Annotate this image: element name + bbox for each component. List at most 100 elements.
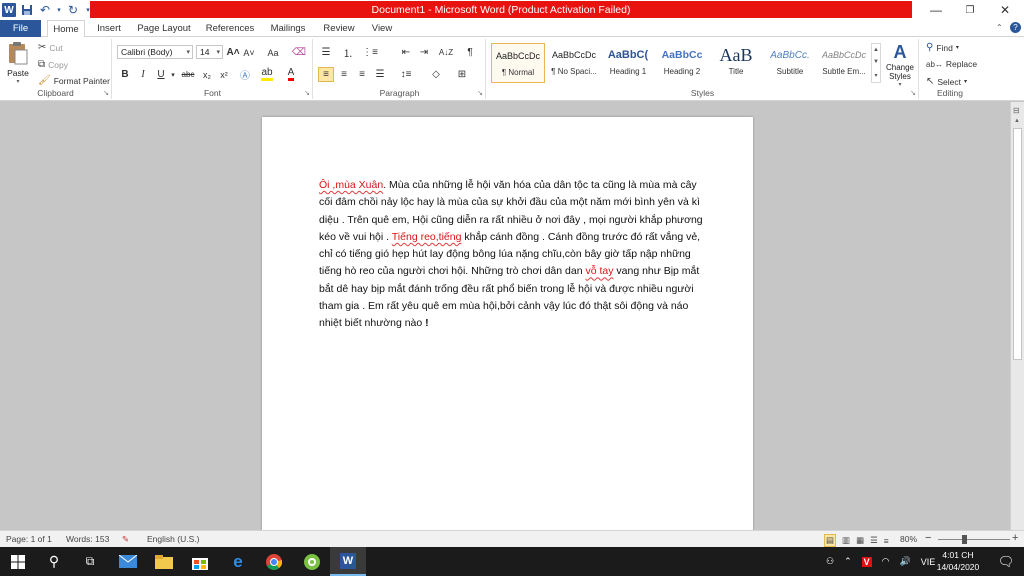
style-subtitle[interactable]: AaBbCc. Subtitle bbox=[763, 43, 817, 83]
font-launcher-icon[interactable]: ↘ bbox=[304, 89, 310, 97]
wifi-icon[interactable]: ◠ bbox=[882, 556, 890, 567]
style-subtle-emphasis[interactable]: AaBbCcDc Subtle Em... bbox=[817, 43, 871, 83]
style-normal[interactable]: AaBbCcDc ¶ Normal bbox=[491, 43, 545, 83]
font-color-button[interactable]: A bbox=[283, 67, 299, 82]
zoom-slider[interactable] bbox=[938, 539, 1010, 540]
zoom-in-button[interactable]: + bbox=[1012, 532, 1018, 544]
minimize-ribbon-icon[interactable]: ⌃ bbox=[996, 23, 1003, 32]
cut-button[interactable]: ✂ Cut bbox=[38, 42, 63, 53]
volume-icon[interactable]: 🔊 bbox=[900, 556, 911, 567]
proofing-status[interactable]: ✎ bbox=[122, 534, 129, 545]
undo-icon[interactable]: ↶ bbox=[38, 3, 52, 17]
full-screen-icon[interactable]: ▥ bbox=[842, 535, 850, 546]
multilevel-list-button[interactable]: ⋮≡ bbox=[362, 45, 378, 60]
align-right-button[interactable]: ≡ bbox=[354, 67, 370, 82]
undo-dropdown-icon[interactable]: ▾ bbox=[56, 3, 62, 17]
task-view-button[interactable]: ⧉ bbox=[72, 547, 108, 576]
print-layout-icon[interactable]: ▤ bbox=[824, 534, 837, 547]
page-count[interactable]: Page: 1 of 1 bbox=[6, 534, 52, 544]
tab-review[interactable]: Review bbox=[320, 20, 358, 37]
people-icon[interactable]: ⚇ bbox=[826, 556, 834, 567]
underline-button[interactable]: U bbox=[153, 67, 169, 82]
change-case-button[interactable]: Aa bbox=[263, 45, 283, 60]
coccoc-app[interactable] bbox=[294, 547, 330, 576]
paste-button[interactable]: Paste ▾ bbox=[5, 41, 31, 85]
find-button[interactable]: ⚲ Find ▾ bbox=[926, 42, 959, 53]
edge-app[interactable]: e bbox=[220, 547, 256, 576]
tab-insert[interactable]: Insert bbox=[92, 20, 126, 37]
align-center-button[interactable]: ≡ bbox=[336, 67, 352, 82]
style-title[interactable]: AaB Title bbox=[709, 43, 763, 83]
styles-launcher-icon[interactable]: ↘ bbox=[910, 89, 916, 97]
tab-mailings[interactable]: Mailings bbox=[265, 20, 311, 37]
justify-button[interactable]: ☰ bbox=[372, 67, 388, 82]
paragraph-launcher-icon[interactable]: ↘ bbox=[477, 89, 483, 97]
tab-file[interactable]: File bbox=[0, 20, 41, 37]
zoom-out-button[interactable]: − bbox=[925, 532, 931, 544]
tab-view[interactable]: View bbox=[366, 20, 398, 37]
scroll-up-icon[interactable]: ▲ bbox=[1014, 118, 1020, 124]
increase-indent-button[interactable]: ⇥ bbox=[416, 45, 432, 60]
show-marks-button[interactable]: ¶ bbox=[462, 45, 478, 60]
bold-button[interactable]: B bbox=[117, 67, 133, 82]
draft-icon[interactable]: ≡ bbox=[884, 536, 889, 546]
text-effects-button[interactable]: Ⓐ bbox=[237, 67, 253, 82]
select-button[interactable]: ↖ Select ▾ bbox=[926, 76, 967, 87]
ruler-toggle-icon[interactable]: ⊟ bbox=[1013, 106, 1020, 115]
shrink-font-button[interactable]: A˅ bbox=[241, 45, 257, 60]
unikey-icon[interactable]: V bbox=[861, 556, 872, 567]
web-layout-icon[interactable]: ▦ bbox=[856, 535, 864, 546]
scrollbar-thumb[interactable] bbox=[1013, 128, 1022, 360]
decrease-indent-button[interactable]: ⇤ bbox=[398, 45, 414, 60]
clipboard-launcher-icon[interactable]: ↘ bbox=[103, 89, 109, 97]
outline-icon[interactable]: ☰ bbox=[870, 535, 878, 546]
help-icon[interactable]: ? bbox=[1010, 22, 1021, 33]
vertical-scrollbar[interactable]: ⊟ ▲ bbox=[1010, 102, 1024, 530]
tab-home[interactable]: Home bbox=[47, 20, 85, 38]
zoom-level[interactable]: 80% bbox=[900, 534, 917, 544]
show-hidden-icons[interactable]: ⌃ bbox=[844, 556, 852, 567]
file-explorer-app[interactable] bbox=[146, 547, 182, 576]
zoom-slider-thumb[interactable] bbox=[962, 535, 967, 544]
start-button[interactable] bbox=[0, 547, 36, 576]
clear-formatting-button[interactable]: ⌫ bbox=[291, 45, 307, 60]
language-indicator[interactable]: English (U.S.) bbox=[147, 534, 199, 544]
style-no-spacing[interactable]: AaBbCcDc ¶ No Spaci... bbox=[547, 43, 601, 83]
change-styles-button[interactable]: A Change Styles ▾ bbox=[883, 41, 917, 88]
styles-gallery-scroll[interactable]: ▲ ▼ ▾ bbox=[871, 43, 881, 83]
align-left-button[interactable]: ≡ bbox=[318, 67, 334, 82]
subscript-button[interactable]: x₂ bbox=[199, 67, 215, 82]
minimize-button[interactable]: — bbox=[919, 0, 953, 20]
grow-font-button[interactable]: A˄ bbox=[225, 45, 241, 60]
save-icon[interactable] bbox=[20, 3, 34, 17]
word-app-icon[interactable]: W bbox=[2, 3, 16, 17]
action-center-button[interactable]: 🗨 bbox=[988, 547, 1024, 576]
copy-button[interactable]: ⧉ Copy bbox=[38, 59, 68, 70]
tab-page-layout[interactable]: Page Layout bbox=[135, 20, 193, 37]
store-app[interactable] bbox=[182, 547, 218, 576]
replace-button[interactable]: ab↔ Replace bbox=[926, 59, 977, 69]
word-count[interactable]: Words: 153 bbox=[66, 534, 109, 544]
redo-icon[interactable]: ↻ bbox=[66, 3, 80, 17]
style-heading-2[interactable]: AaBbCc Heading 2 bbox=[655, 43, 709, 83]
font-name-select[interactable]: Calibri (Body) ▾ bbox=[117, 45, 193, 59]
document-page[interactable]: Ôi ,mùa Xuân. Mùa của những lễ hội văn h… bbox=[262, 117, 753, 530]
shading-button[interactable]: ◇ bbox=[428, 67, 444, 82]
search-button[interactable]: ⚲ bbox=[36, 547, 72, 576]
numbering-button[interactable]: ⒈ bbox=[340, 45, 356, 60]
document-body[interactable]: Ôi ,mùa Xuân. Mùa của những lễ hội văn h… bbox=[319, 177, 704, 333]
format-painter-button[interactable]: 🖌 Format Painter bbox=[38, 75, 110, 86]
style-heading-1[interactable]: AaBbC( Heading 1 bbox=[601, 43, 655, 83]
chrome-app[interactable] bbox=[256, 547, 292, 576]
font-size-select[interactable]: 14 ▾ bbox=[196, 45, 223, 59]
sort-button[interactable]: A↓Z bbox=[438, 45, 454, 60]
underline-dropdown-icon[interactable]: ▾ bbox=[169, 67, 177, 82]
italic-button[interactable]: I bbox=[135, 67, 151, 82]
mail-app[interactable] bbox=[110, 547, 146, 576]
tab-references[interactable]: References bbox=[203, 20, 257, 37]
close-button[interactable]: ✕ bbox=[988, 0, 1022, 20]
highlight-button[interactable]: ab bbox=[259, 67, 275, 82]
bullets-button[interactable]: ☰ bbox=[318, 45, 334, 60]
word-app[interactable]: W bbox=[330, 547, 366, 576]
borders-button[interactable]: ⊞ bbox=[454, 67, 470, 82]
